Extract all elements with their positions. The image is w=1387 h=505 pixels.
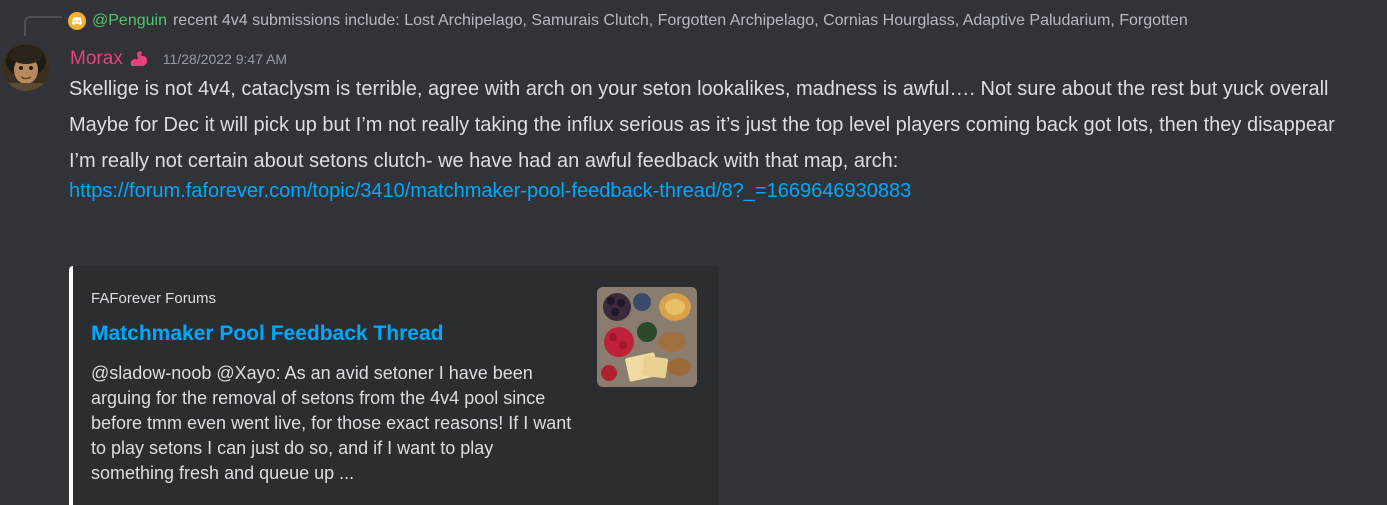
flexed-biceps-icon[interactable] (129, 50, 149, 68)
username[interactable]: Morax (70, 48, 123, 70)
link-embed: FAForever Forums Matchmaker Pool Feedbac… (69, 266, 719, 505)
message-header: Morax 11/28/2022 9:47 AM (70, 45, 287, 73)
chat-message: @Penguin recent 4v4 submissions include:… (0, 0, 1387, 505)
message-paragraph: Maybe for Dec it will pick up but I’m no… (69, 114, 1335, 136)
embed-provider: FAForever Forums (91, 290, 217, 307)
reply-preview[interactable]: @Penguin recent 4v4 submissions include:… (68, 9, 1373, 33)
timestamp[interactable]: 11/28/2022 9:47 AM (163, 51, 287, 67)
reply-author[interactable]: @Penguin (92, 12, 167, 30)
message-paragraph: Skellige is not 4v4, cataclysm is terrib… (69, 78, 1329, 100)
message-paragraph-text: I’m really not certain about setons clut… (69, 150, 899, 172)
discord-default-avatar-icon[interactable] (68, 12, 86, 30)
message-content: Skellige is not 4v4, cataclysm is terrib… (69, 74, 1369, 206)
embed-thumbnail[interactable] (597, 287, 697, 387)
message-paragraph: I’m really not certain about setons clut… (69, 146, 1369, 206)
embed-title-link[interactable]: Matchmaker Pool Feedback Thread (91, 322, 443, 346)
embed-description: @sladow-noob @Xayo: As an avid setoner I… (91, 363, 572, 483)
forum-link[interactable]: https://forum.faforever.com/topic/3410/m… (69, 180, 911, 202)
reply-connector-line (24, 16, 62, 36)
reply-text[interactable]: recent 4v4 submissions include: Lost Arc… (173, 12, 1188, 30)
avatar[interactable] (2, 43, 50, 91)
